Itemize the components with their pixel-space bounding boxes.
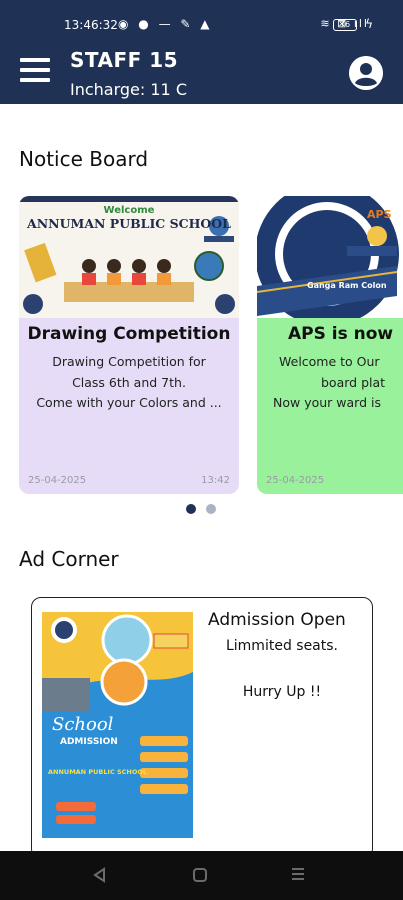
ad-image: School ADMISSION ANNUMAN PUBLIC SCHOOL: [42, 612, 193, 838]
notice-body-line: Welcome to Our: [279, 354, 380, 369]
incharge-label: Incharge: 11 C: [70, 80, 187, 99]
notice-carousel[interactable]: Welcome ANNUMAN PUBLIC SCHOOL Drawing Co…: [0, 196, 403, 496]
notice-body-line: Drawing Competition for: [52, 354, 206, 369]
ad-image-school: School: [52, 714, 114, 735]
ad-corner-heading: Ad Corner: [19, 547, 119, 571]
notice-image: Welcome ANNUMAN PUBLIC SCHOOL: [19, 196, 239, 318]
status-time: 13:46:32: [64, 18, 118, 32]
profile-button[interactable]: [349, 56, 383, 90]
notice-image: APS Ganga Ram Colon: [257, 196, 403, 318]
ad-line-2: Hurry Up !!: [242, 684, 322, 700]
menu-button[interactable]: [20, 58, 50, 86]
app-header: STAFF 15 Incharge: 11 C: [0, 34, 403, 104]
carousel-dot[interactable]: [206, 504, 216, 514]
notice-body-line: Now your ward is: [273, 395, 381, 410]
notice-body-line: board plat: [321, 374, 386, 390]
notification-icons: ◉ ● — ✎ ▲: [118, 17, 213, 31]
ad-image-admission: ADMISSION: [60, 737, 118, 747]
notice-date: 25-04-2025: [28, 475, 87, 486]
ad-title: Admission Open: [208, 610, 346, 630]
status-bar: 13:46:32 ◉ ● — ✎ ▲ ≋ ⊠ ıll 76 ϟ: [0, 0, 403, 34]
notice-body: Welcome to Our board plat Now your ward …: [265, 352, 403, 414]
account-icon: [349, 56, 383, 90]
notice-body-line: Class 6th and 7th.: [72, 374, 186, 390]
notice-date: 25-04-2025: [266, 475, 325, 486]
notice-body-line: Come with your Colors and ...: [36, 395, 222, 410]
notice-image-welcome: Welcome: [104, 205, 155, 216]
recents-icon[interactable]: [292, 868, 304, 883]
page-title: STAFF 15: [70, 48, 179, 72]
notice-time: 13:42: [201, 475, 230, 486]
home-icon[interactable]: [193, 868, 207, 882]
notice-card[interactable]: Welcome ANNUMAN PUBLIC SCHOOL Drawing Co…: [19, 196, 239, 494]
notice-image-aps: APS: [367, 208, 392, 221]
back-icon[interactable]: [92, 867, 106, 883]
ad-card[interactable]: School ADMISSION ANNUMAN PUBLIC SCHOOL A…: [31, 597, 373, 859]
notice-image-colony: Ganga Ram Colon: [307, 281, 387, 290]
notice-image-school: ANNUMAN PUBLIC SCHOOL: [26, 216, 231, 231]
carousel-dot-active[interactable]: [186, 504, 196, 514]
battery-icon: 76: [333, 19, 357, 31]
notice-title: APS is now: [288, 324, 394, 344]
notice-body: Drawing Competition for Class 6th and 7t…: [27, 352, 231, 414]
ad-line-1: Limmited seats.: [225, 638, 338, 654]
ad-image-school-name: ANNUMAN PUBLIC SCHOOL: [48, 768, 147, 776]
notice-board-heading: Notice Board: [19, 147, 149, 171]
notice-title: Drawing Competition: [27, 324, 231, 344]
charging-icon: ϟ: [365, 17, 373, 31]
notice-card[interactable]: APS Ganga Ram Colon APS is now Welcome t…: [257, 196, 403, 494]
system-nav-bar: [0, 851, 403, 900]
